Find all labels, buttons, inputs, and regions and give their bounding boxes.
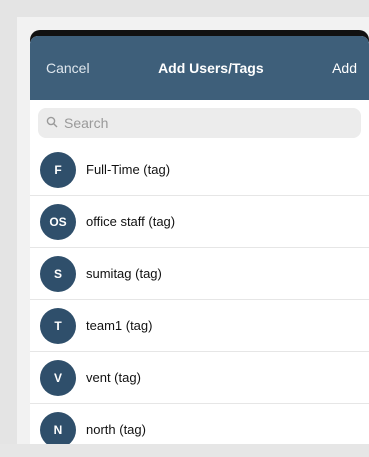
add-users-tags-sheet: Cancel Add Users/Tags Add Search F Full-… bbox=[30, 36, 369, 444]
search-icon bbox=[46, 115, 58, 131]
nav-header: Cancel Add Users/Tags Add bbox=[30, 36, 369, 100]
search-container: Search bbox=[30, 100, 369, 144]
avatar: S bbox=[40, 255, 76, 292]
search-input[interactable]: Search bbox=[38, 108, 361, 138]
list-item[interactable]: OS office staff (tag) bbox=[30, 196, 369, 248]
avatar: F bbox=[40, 151, 76, 188]
add-button[interactable]: Add bbox=[332, 60, 357, 76]
avatar: N bbox=[40, 411, 76, 444]
bottom-shade bbox=[0, 444, 369, 457]
list-item[interactable]: V vent (tag) bbox=[30, 352, 369, 404]
list-item[interactable]: N north (tag) bbox=[30, 404, 369, 444]
list-item-label: office staff (tag) bbox=[86, 214, 176, 229]
avatar: T bbox=[40, 307, 76, 344]
avatar: V bbox=[40, 359, 76, 396]
list-item-label: Full-Time (tag) bbox=[86, 162, 171, 177]
cancel-button[interactable]: Cancel bbox=[46, 60, 90, 76]
list-item[interactable]: F Full-Time (tag) bbox=[30, 144, 369, 196]
list-item-label: north (tag) bbox=[86, 422, 146, 437]
search-placeholder: Search bbox=[64, 115, 109, 131]
list-item-label: team1 (tag) bbox=[86, 318, 153, 333]
list-item[interactable]: T team1 (tag) bbox=[30, 300, 369, 352]
list-item-label: sumitag (tag) bbox=[86, 266, 162, 281]
list-item[interactable]: S sumitag (tag) bbox=[30, 248, 369, 300]
avatar: OS bbox=[40, 203, 76, 240]
list-item-label: vent (tag) bbox=[86, 370, 141, 385]
list: F Full-Time (tag) OS office staff (tag) … bbox=[30, 144, 369, 444]
page-title: Add Users/Tags bbox=[158, 60, 264, 76]
